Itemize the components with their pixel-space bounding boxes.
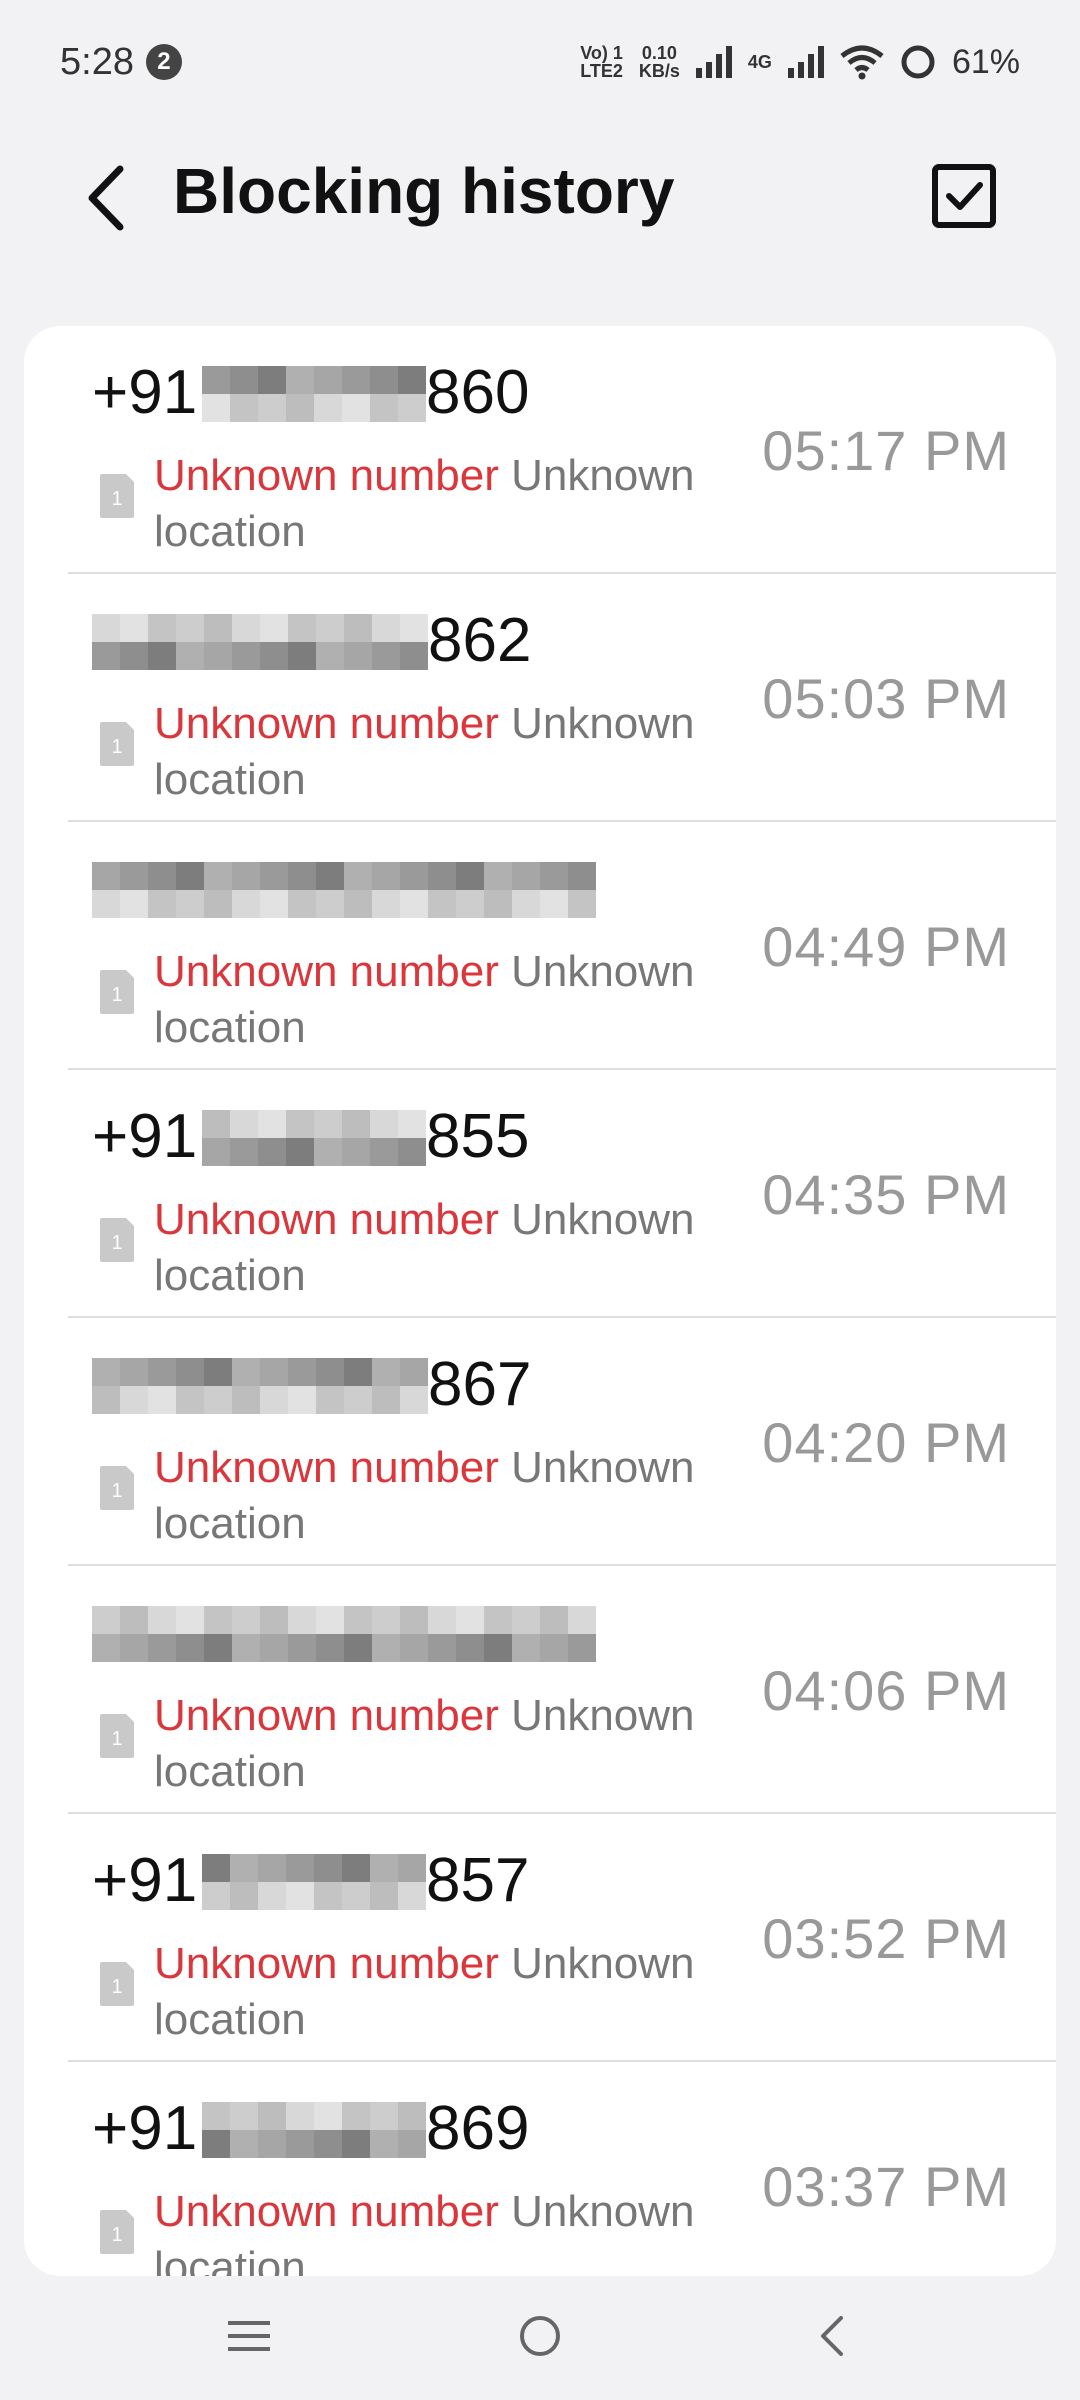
sim-1-icon: 1	[100, 474, 134, 518]
redacted-number-mosaic	[92, 1358, 428, 1414]
redacted-number-mosaic	[202, 366, 426, 422]
sim-1-icon: 1	[100, 1714, 134, 1758]
recent-apps-button[interactable]	[219, 2306, 279, 2366]
caller-description: Unknown number Unknown location	[154, 448, 754, 560]
unknown-number-label: Unknown number	[154, 2187, 499, 2236]
blocked-call-row[interactable]: +91 869 1 Unknown number Unknown location 03…	[68, 2062, 1056, 2276]
unknown-number-label: Unknown number	[154, 1691, 499, 1740]
blocked-call-row[interactable]: 1 Unknown number Unknown location 04:49 PM	[68, 822, 1056, 1070]
status-time: 5:28	[60, 40, 134, 83]
number-suffix: 862	[428, 606, 532, 675]
sim-1-icon: 1	[100, 970, 134, 1014]
blocked-time: 04:06 PM	[762, 1659, 1010, 1722]
svg-text:1: 1	[111, 1480, 122, 1502]
notification-badge: 2	[145, 44, 182, 80]
redacted-number-mosaic	[202, 1854, 426, 1910]
select-mode-button[interactable]	[928, 160, 1000, 232]
caller-description: Unknown number Unknown location	[154, 1688, 754, 1800]
number-suffix: 860	[426, 358, 530, 427]
caller-description: Unknown number Unknown location	[154, 2184, 754, 2276]
back-icon	[821, 2316, 843, 2356]
sim-1-icon: 1	[100, 1466, 134, 1510]
number-prefix: +91	[92, 2094, 198, 2163]
redacted-number-mosaic	[202, 2102, 426, 2158]
checkbox-icon	[932, 164, 996, 228]
unknown-number-label: Unknown number	[154, 1195, 499, 1244]
battery-percent: 61%	[951, 42, 1020, 81]
unknown-number-label: Unknown number	[154, 451, 499, 500]
signal-strength-2-icon	[787, 46, 824, 78]
svg-text:1: 1	[111, 984, 122, 1006]
battery-ring-icon	[901, 45, 935, 79]
sim-1-icon: 1	[100, 1218, 134, 1262]
unknown-number-label: Unknown number	[154, 1443, 499, 1492]
back-arrow-icon	[88, 165, 124, 231]
navigation-bar	[0, 2276, 1080, 2400]
number-suffix: 855	[426, 1102, 530, 1171]
svg-text:1: 1	[111, 1976, 122, 1998]
blocked-time: 04:35 PM	[762, 1163, 1010, 1226]
blocked-time: 04:20 PM	[762, 1411, 1010, 1474]
system-back-button[interactable]	[802, 2306, 862, 2366]
app-bar: Blocking history	[0, 124, 1080, 270]
svg-text:1: 1	[111, 736, 122, 758]
blocked-call-row[interactable]: 867 1 Unknown number Unknown location 04:20…	[68, 1318, 1056, 1566]
blocking-history-list: +91 860 1 Unknown number Unknown location 05…	[24, 326, 1056, 2276]
wifi-icon	[840, 45, 884, 80]
number-suffix: 857	[426, 1846, 530, 1915]
home-button[interactable]	[510, 2306, 570, 2366]
svg-text:1: 1	[111, 1232, 122, 1254]
blocked-call-row[interactable]: +91 860 1 Unknown number Unknown location 05…	[68, 326, 1056, 574]
redacted-number-mosaic	[92, 1606, 596, 1662]
number-suffix: 869	[426, 2094, 530, 2163]
page-title: Blocking history	[173, 155, 675, 227]
caller-description: Unknown number Unknown location	[154, 944, 754, 1056]
number-prefix: +91	[92, 1102, 198, 1171]
network-type: 4G	[747, 52, 772, 72]
blocked-call-row[interactable]: 862 1 Unknown number Unknown location 05:03…	[68, 574, 1056, 822]
redacted-number-mosaic	[92, 862, 596, 918]
sim-1-icon: 1	[100, 2210, 134, 2254]
svg-text:1: 1	[111, 2224, 122, 2246]
unknown-number-label: Unknown number	[154, 699, 499, 748]
status-bar: 5:28 2 Vo) 1 LTE2 0.10 KB/s 4G 61%	[0, 0, 1080, 124]
blocked-call-row[interactable]: 1 Unknown number Unknown location 04:06 PM	[68, 1566, 1056, 1814]
sim-1-icon: 1	[100, 1962, 134, 2006]
number-suffix: 867	[428, 1350, 532, 1419]
blocked-time: 05:03 PM	[762, 667, 1010, 730]
unknown-number-label: Unknown number	[154, 1939, 499, 1988]
blocked-call-row[interactable]: +91 857 1 Unknown number Unknown location 03…	[68, 1814, 1056, 2062]
volte-indicator: Vo) 1 LTE2	[580, 43, 623, 81]
svg-text:1: 1	[111, 1728, 122, 1750]
home-icon	[520, 2316, 560, 2356]
menu-icon	[228, 2321, 270, 2351]
caller-description: Unknown number Unknown location	[154, 1192, 754, 1304]
signal-strength-icon	[695, 46, 732, 78]
blocked-call-row[interactable]: +91 855 1 Unknown number Unknown location 04…	[68, 1070, 1056, 1318]
number-prefix: +91	[92, 358, 198, 427]
redacted-number-mosaic	[92, 614, 428, 670]
caller-description: Unknown number Unknown location	[154, 1440, 754, 1552]
back-button[interactable]	[70, 162, 142, 234]
redacted-number-mosaic	[202, 1110, 426, 1166]
caller-description: Unknown number Unknown location	[154, 1936, 754, 2048]
unknown-number-label: Unknown number	[154, 947, 499, 996]
number-prefix: +91	[92, 1846, 198, 1915]
network-speed: 0.10 KB/s	[638, 43, 680, 81]
blocked-time: 03:52 PM	[762, 1907, 1010, 1970]
blocked-time: 03:37 PM	[762, 2155, 1010, 2218]
blocked-time: 05:17 PM	[762, 419, 1010, 482]
svg-text:1: 1	[111, 488, 122, 510]
caller-description: Unknown number Unknown location	[154, 696, 754, 808]
blocked-time: 04:49 PM	[762, 915, 1010, 978]
sim-1-icon: 1	[100, 722, 134, 766]
